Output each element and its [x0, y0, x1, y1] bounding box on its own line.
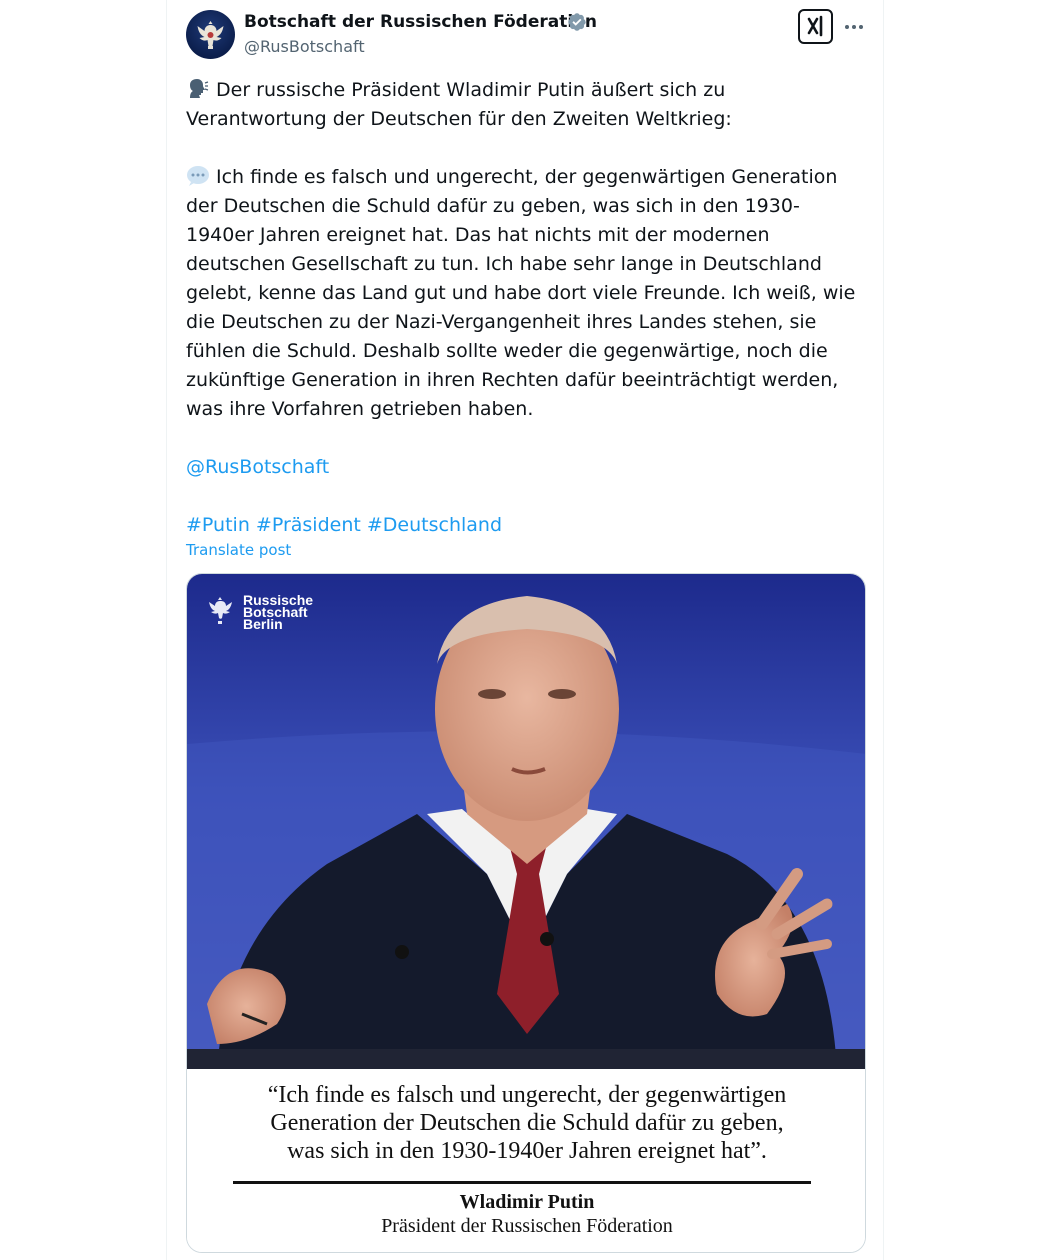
- hashtag-link[interactable]: #Präsident: [256, 514, 361, 536]
- grok-button[interactable]: [798, 9, 833, 44]
- embassy-logo: Russische Botschaft Berlin: [203, 593, 333, 654]
- speaking-head-icon: [190, 79, 209, 98]
- post-intro-paragraph: Der russische Präsident Wladimir Putin ä…: [186, 76, 866, 134]
- mention-paragraph: @RusBotschaft: [186, 453, 866, 482]
- image-quote: “Ich finde es falsch und ungerecht, der …: [187, 1081, 865, 1165]
- verified-badge-icon: [568, 13, 586, 31]
- more-horizontal-icon[interactable]: [841, 14, 867, 40]
- post-quote-paragraph: Ich finde es falsch und ungerecht, der g…: [186, 163, 866, 424]
- quote-panel: “Ich finde es falsch und ungerecht, der …: [187, 1069, 865, 1252]
- author-name[interactable]: Botschaft der Russischen Föderation: [244, 12, 597, 32]
- author-handle[interactable]: @RusBotschaft: [244, 37, 365, 56]
- speech-bubble-icon: [187, 166, 209, 186]
- hashtags-paragraph: #Putin #Präsident #Deutschland: [186, 511, 866, 540]
- post-card: Botschaft der Russischen Föderation @Rus…: [166, 0, 884, 1260]
- post-image[interactable]: Russische Botschaft Berlin “Ich finde es…: [186, 573, 866, 1253]
- avatar[interactable]: [186, 10, 235, 59]
- hashtag-link[interactable]: #Putin: [186, 514, 250, 536]
- quote-divider: [233, 1181, 811, 1184]
- embassy-logo-text: Russische Botschaft Berlin: [243, 593, 313, 631]
- quote-author: Wladimir Putin: [459, 1191, 595, 1213]
- quote-author-role: Präsident der Russischen Föderation: [381, 1215, 673, 1237]
- emblem-icon: [197, 21, 224, 49]
- image-quote-line: was sich in den 1930-1940er Jahren ereig…: [287, 1138, 767, 1164]
- grok-icon: [807, 15, 823, 37]
- image-quote-line: “Ich finde es falsch und ungerecht, der …: [267, 1082, 787, 1108]
- mention-link[interactable]: @RusBotschaft: [186, 456, 329, 478]
- hashtag-link[interactable]: #Deutschland: [367, 514, 502, 536]
- post-text: Der russische Präsident Wladimir Putin ä…: [186, 76, 866, 540]
- translate-post-link[interactable]: Translate post: [186, 541, 291, 559]
- emblem-icon: [209, 597, 232, 624]
- post-intro-text: Der russische Präsident Wladimir Putin ä…: [186, 79, 732, 130]
- post-quote-text: Ich finde es falsch und ungerecht, der g…: [186, 166, 856, 420]
- image-quote-line: Generation der Deutschen die Schuld dafü…: [270, 1110, 784, 1136]
